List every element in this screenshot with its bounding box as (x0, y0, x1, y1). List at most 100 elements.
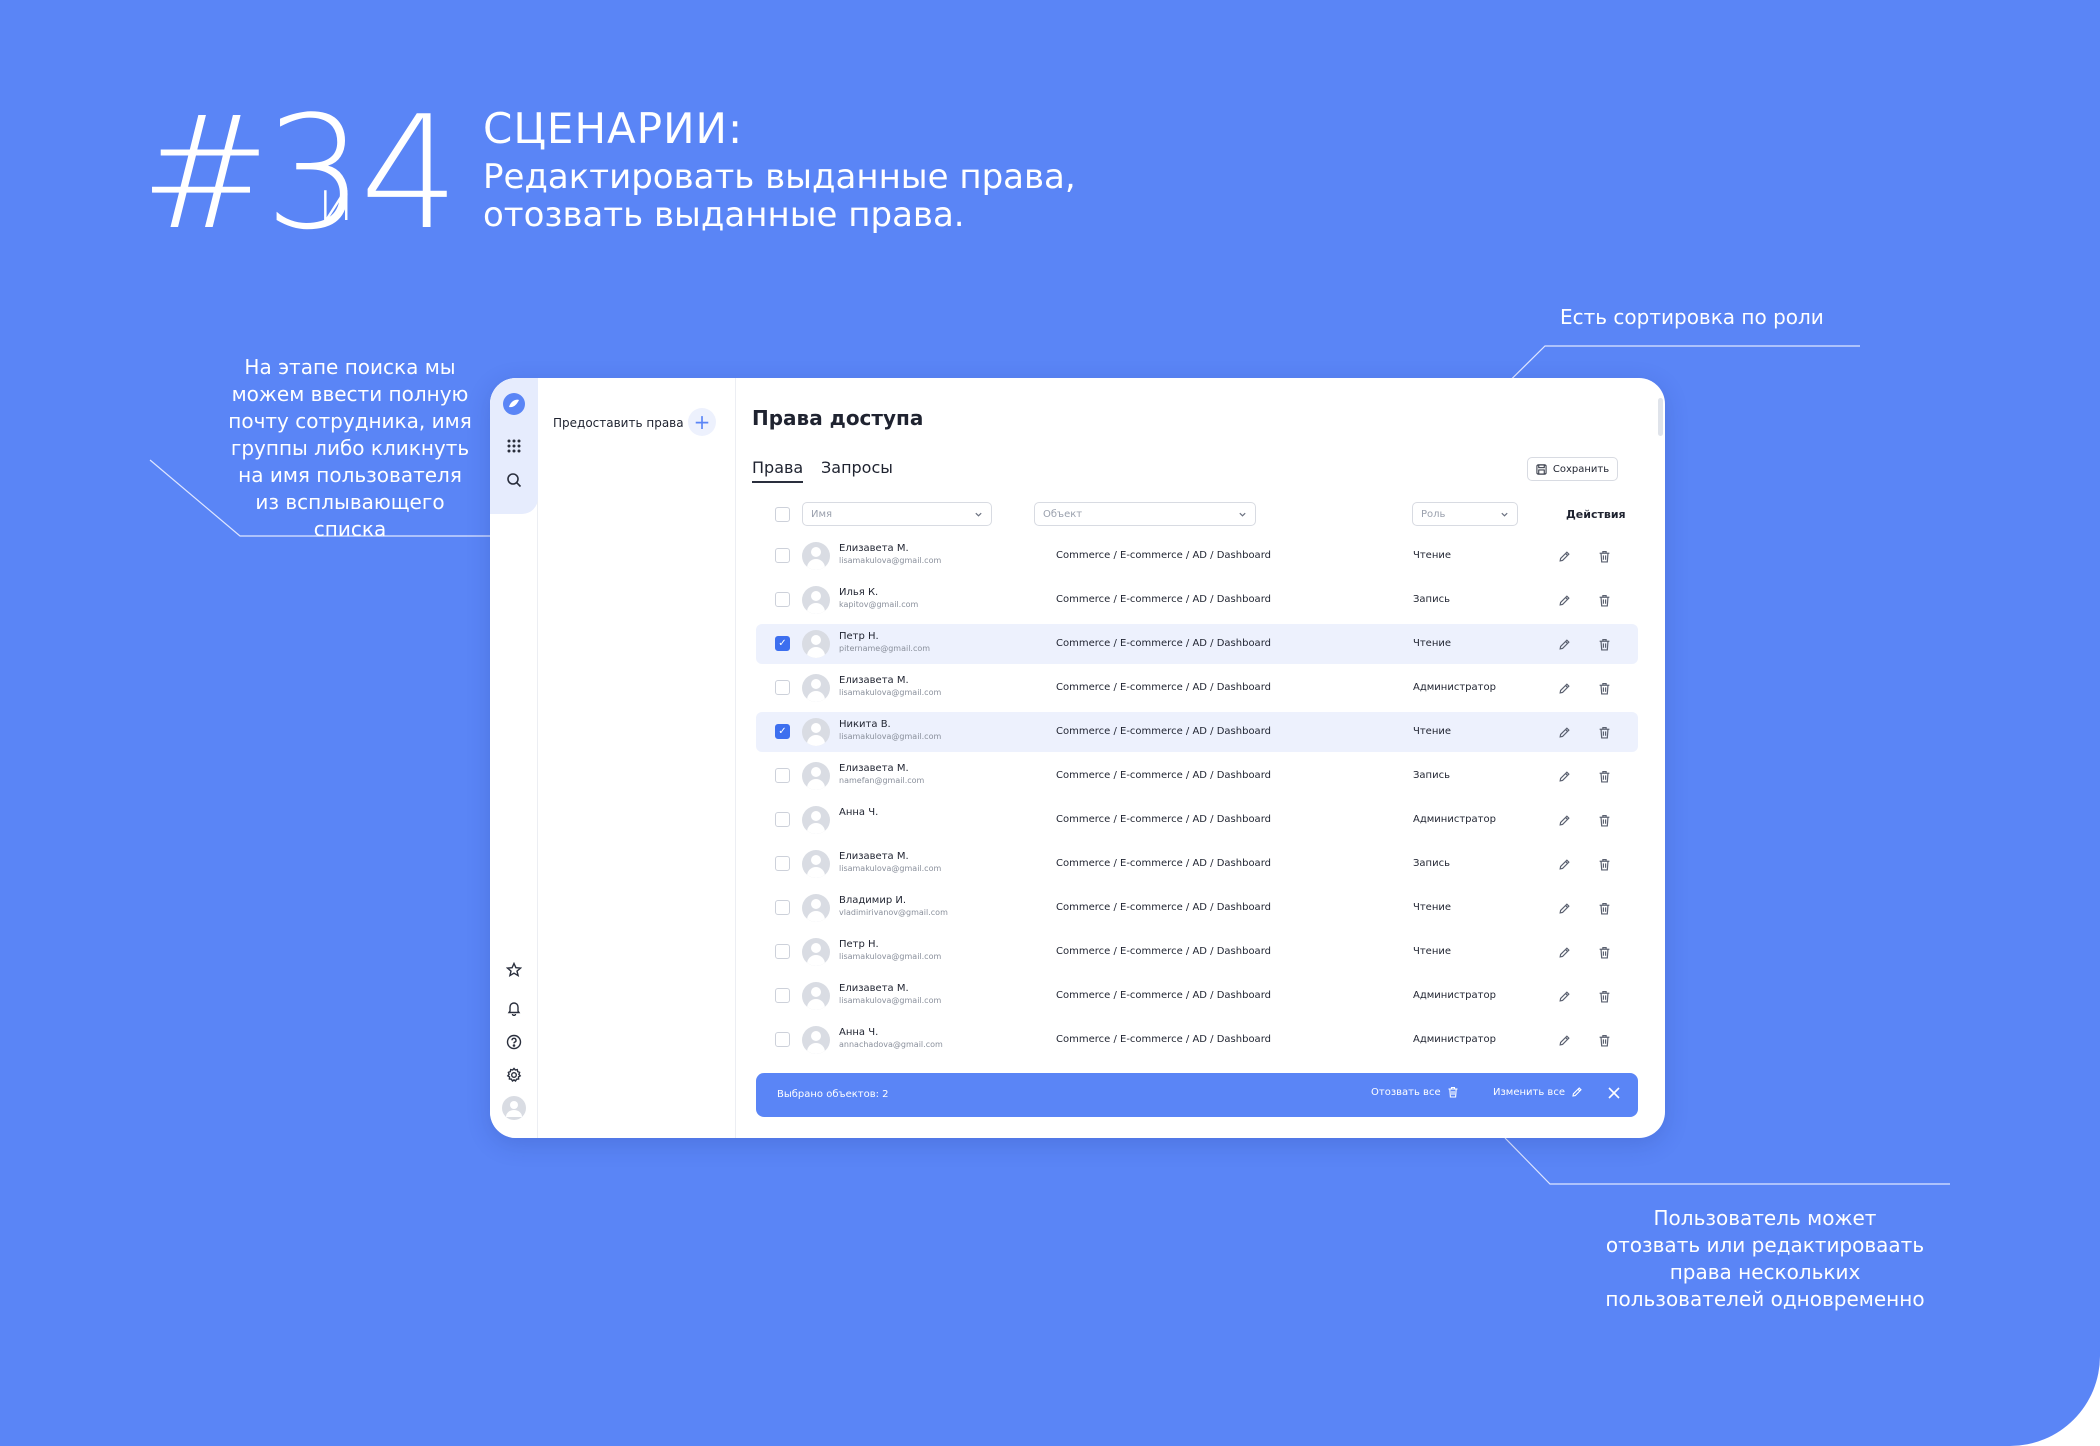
search-icon[interactable] (502, 468, 526, 492)
bell-icon[interactable] (502, 996, 526, 1020)
edit-icon[interactable] (1555, 943, 1573, 961)
star-icon[interactable] (502, 958, 526, 982)
row-checkbox[interactable] (775, 592, 790, 607)
row-checkbox[interactable] (775, 548, 790, 563)
trash-icon[interactable] (1595, 767, 1613, 785)
bulk-tip-note: Пользователь может отозвать или редактир… (1605, 1206, 1925, 1311)
row-checkbox[interactable] (775, 768, 790, 783)
edit-icon[interactable] (1555, 811, 1573, 829)
edit-icon[interactable] (1555, 591, 1573, 609)
table-row[interactable]: Илья К. kapitov@gmail.com Commerce / E-com… (756, 580, 1638, 620)
user-name[interactable]: Владимир И. (839, 895, 906, 906)
user-email: namefan@gmail.com (839, 776, 925, 785)
role-filter-select[interactable]: Роль (1412, 502, 1518, 526)
object-path: Commerce / E-commerce / AD / Dashboard (1056, 770, 1271, 781)
table-row[interactable]: Владимир И. vladimirivanov@gmail.com Comme… (756, 888, 1638, 928)
apps-grid-icon[interactable] (502, 434, 526, 458)
trash-icon[interactable] (1595, 987, 1613, 1005)
actions-column-header: Действия (1566, 508, 1626, 521)
edit-icon[interactable] (1555, 1031, 1573, 1049)
user-name[interactable]: Елизавета М. (839, 851, 909, 862)
close-icon[interactable] (1607, 1086, 1621, 1104)
trash-icon[interactable] (1595, 723, 1613, 741)
edit-icon[interactable] (1555, 987, 1573, 1005)
edit-icon[interactable] (1555, 767, 1573, 785)
role-filter-placeholder: Роль (1421, 508, 1446, 520)
table-row[interactable]: Елизавета М. lisamakulova@gmail.com Commer… (756, 668, 1638, 708)
table-row[interactable]: Елизавета М. lisamakulova@gmail.com Commer… (756, 844, 1638, 884)
save-icon (1536, 463, 1547, 475)
row-checkbox[interactable]: ✓ (775, 636, 790, 651)
grant-rights-button[interactable]: + (688, 408, 716, 436)
edit-icon[interactable] (1555, 899, 1573, 917)
user-avatar (802, 542, 830, 570)
presentation-slide: #3 и 4 СЦЕНАРИИ: Редактировать выданные … (0, 0, 2100, 1446)
table-row[interactable]: Анна Ч. Commerce / E-commerce / AD / Dash… (756, 800, 1638, 840)
user-name[interactable]: Петр Н. (839, 939, 879, 950)
app-window: Предоставить права + Права доступа Права… (490, 378, 1665, 1138)
table-row[interactable]: ✓ Никита В. lisamakulova@gmail.com Commerce… (756, 712, 1638, 752)
edit-icon[interactable] (1555, 679, 1573, 697)
name-filter-select[interactable]: Имя (802, 502, 992, 526)
row-checkbox[interactable] (775, 680, 790, 695)
table-row[interactable]: Елизавета М. lisamakulova@gmail.com Commer… (756, 536, 1638, 576)
trash-icon[interactable] (1595, 855, 1613, 873)
trash-icon[interactable] (1595, 591, 1613, 609)
trash-icon[interactable] (1595, 635, 1613, 653)
user-name[interactable]: Илья К. (839, 587, 878, 598)
table-row[interactable]: Елизавета М. namefan@gmail.com Commerce / … (756, 756, 1638, 796)
trash-icon[interactable] (1595, 899, 1613, 917)
user-name[interactable]: Петр Н. (839, 631, 879, 642)
object-path: Commerce / E-commerce / AD / Dashboard (1056, 726, 1271, 737)
role-value: Администратор (1413, 814, 1496, 825)
trash-icon[interactable] (1595, 679, 1613, 697)
profile-avatar[interactable] (502, 1096, 526, 1120)
trash-icon[interactable] (1595, 943, 1613, 961)
user-name[interactable]: Елизавета М. (839, 763, 909, 774)
edit-icon[interactable] (1555, 855, 1573, 873)
table-row[interactable]: Елизавета М. lisamakulova@gmail.com Commer… (756, 976, 1638, 1016)
revoke-all-button[interactable]: Отозвать все (1371, 1086, 1459, 1098)
row-checkbox[interactable] (775, 1032, 790, 1047)
gear-icon[interactable] (502, 1063, 526, 1087)
row-checkbox[interactable] (775, 988, 790, 1003)
row-checkbox[interactable] (775, 900, 790, 915)
trash-icon[interactable] (1595, 811, 1613, 829)
row-checkbox[interactable] (775, 944, 790, 959)
row-checkbox[interactable] (775, 812, 790, 827)
object-path: Commerce / E-commerce / AD / Dashboard (1056, 638, 1271, 649)
user-name[interactable]: Елизавета М. (839, 983, 909, 994)
help-icon[interactable] (502, 1030, 526, 1054)
table-row[interactable]: Анна Ч. annachadova@gmail.com Commerce / E… (756, 1020, 1638, 1060)
table-row[interactable]: ✓ Петр Н. pitername@gmail.com Commerce / E-… (756, 624, 1638, 664)
tab-rights[interactable]: Права (752, 458, 804, 483)
select-all-checkbox[interactable] (775, 507, 790, 522)
object-filter-select[interactable]: Объект (1034, 502, 1256, 526)
user-avatar (802, 674, 830, 702)
edit-all-button[interactable]: Изменить все (1493, 1086, 1583, 1098)
scenario-subtitle: Редактировать выданные права, отозвать в… (483, 158, 1183, 234)
trash-icon[interactable] (1595, 547, 1613, 565)
user-name[interactable]: Елизавета М. (839, 543, 909, 554)
user-name[interactable]: Анна Ч. (839, 1027, 878, 1038)
table-row[interactable]: Петр Н. lisamakulova@gmail.com Commerce / … (756, 932, 1638, 972)
scrollbar-thumb[interactable] (1658, 398, 1663, 436)
row-checkbox[interactable] (775, 856, 790, 871)
trash-icon[interactable] (1595, 1031, 1613, 1049)
user-name[interactable]: Никита В. (839, 719, 891, 730)
user-name[interactable]: Елизавета М. (839, 675, 909, 686)
save-button[interactable]: Сохранить (1527, 457, 1618, 481)
pencil-icon (1572, 1087, 1582, 1097)
user-name[interactable]: Анна Ч. (839, 807, 878, 818)
row-checkbox[interactable]: ✓ (775, 724, 790, 739)
user-avatar (802, 718, 830, 746)
tab-requests[interactable]: Запросы (821, 458, 893, 481)
logo-icon[interactable] (502, 392, 526, 416)
grant-rights-label: Предоставить права (553, 416, 684, 430)
object-path: Commerce / E-commerce / AD / Dashboard (1056, 946, 1271, 957)
edit-icon[interactable] (1555, 547, 1573, 565)
user-email: lisamakulova@gmail.com (839, 996, 942, 1005)
edit-icon[interactable] (1555, 723, 1573, 741)
chevron-down-icon (1501, 512, 1508, 517)
edit-icon[interactable] (1555, 635, 1573, 653)
